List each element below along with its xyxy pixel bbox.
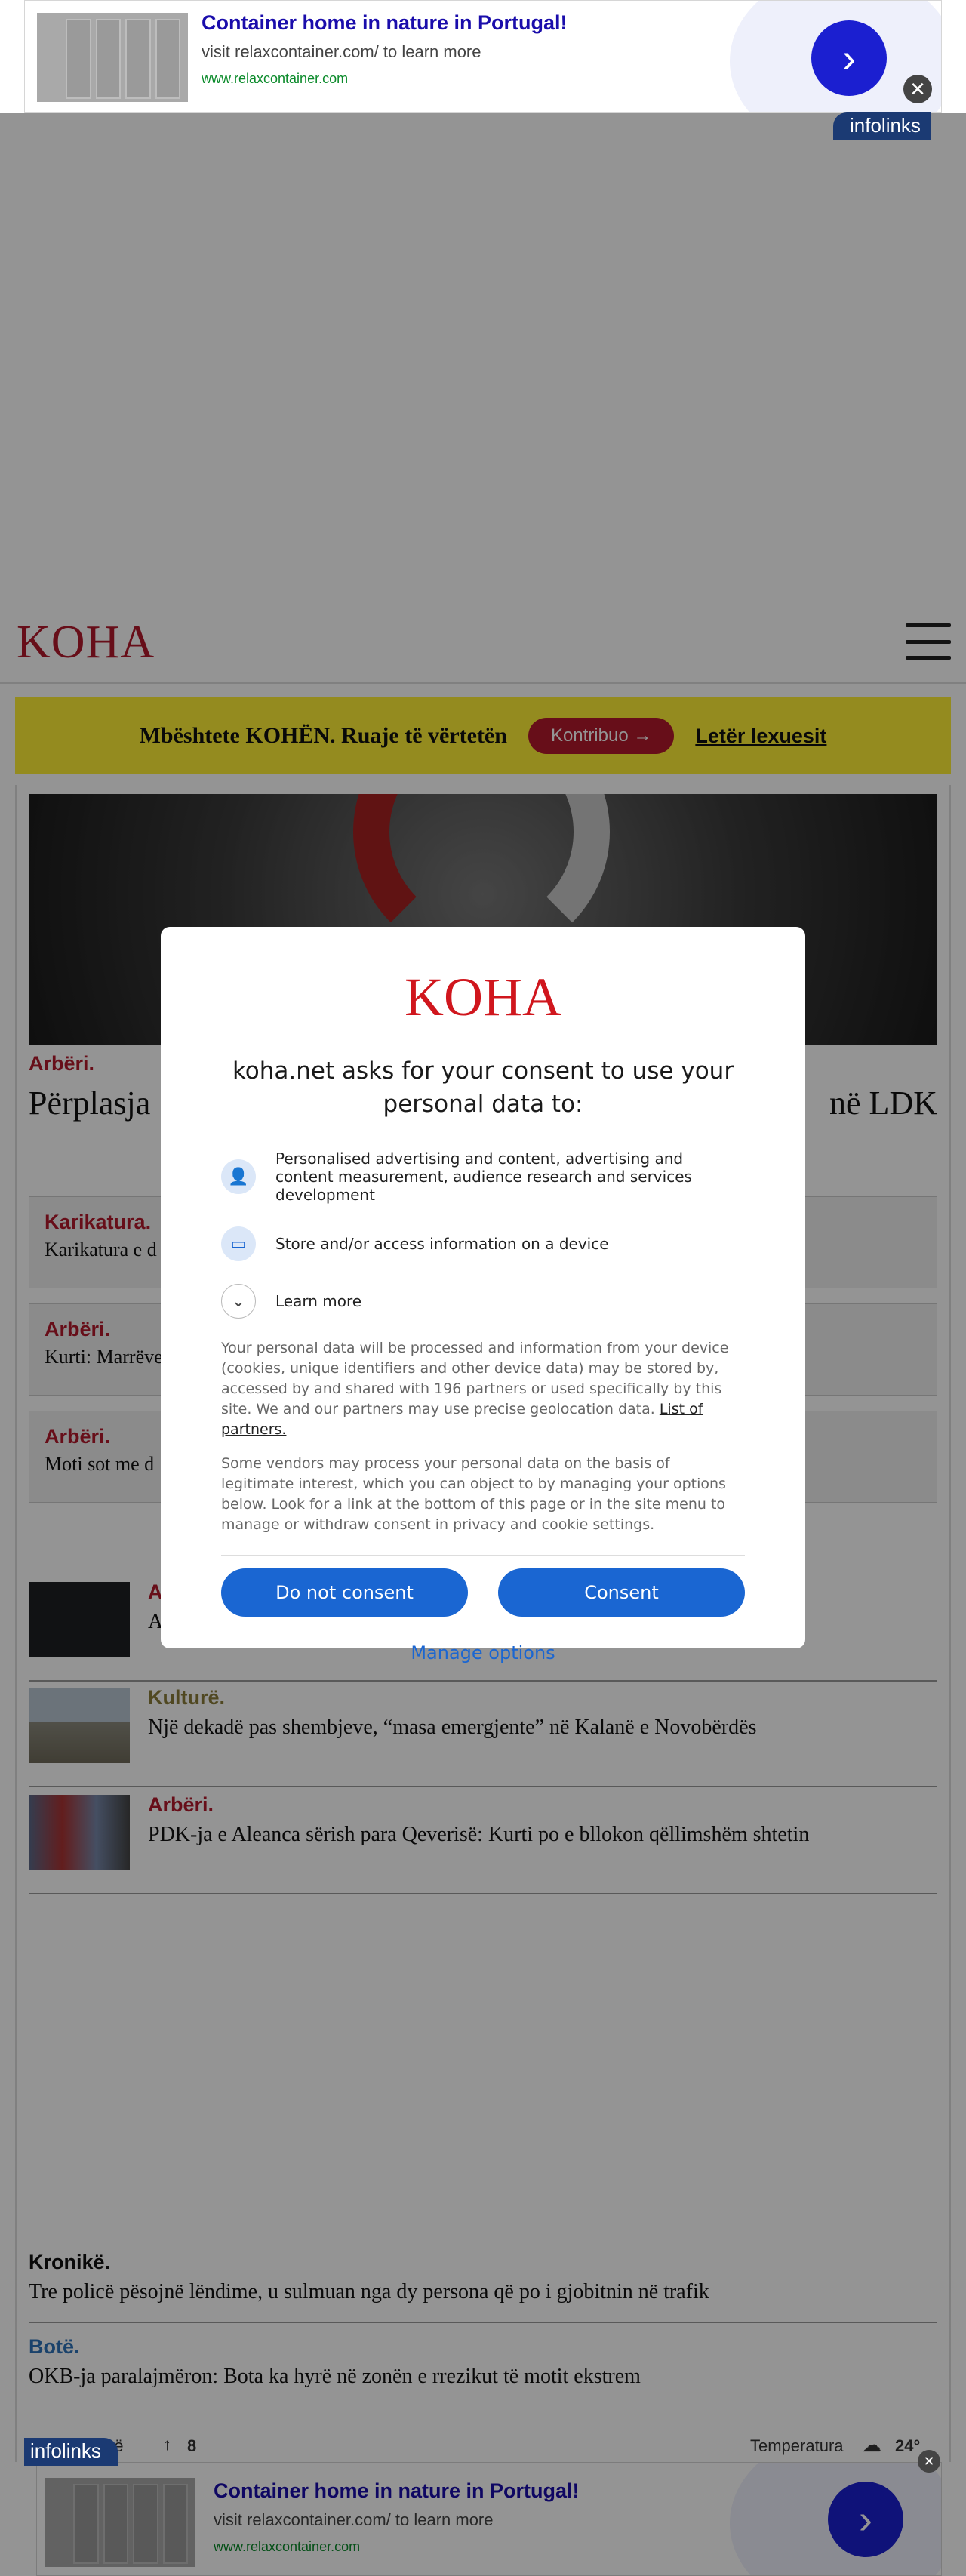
consent-dialog: KOHA koha.net asks for your consent to u… — [161, 927, 805, 1663]
purpose-item: ▭ Store and/or access information on a d… — [221, 1226, 745, 1261]
close-icon[interactable]: ✕ — [903, 75, 932, 103]
learn-more-toggle[interactable]: ⌄ Learn more — [221, 1284, 745, 1319]
purpose-item: 👤 Personalised advertising and content, … — [221, 1150, 745, 1204]
ad-thumbnail — [37, 13, 188, 102]
consent-logo: KOHA — [405, 967, 561, 1027]
legitimate-interest-paragraph: Some vendors may process your personal d… — [221, 1455, 726, 1533]
consent-title: koha.net asks for your consent to use yo… — [232, 1057, 734, 1118]
consent-buttons: Do not consent Consent — [221, 1568, 745, 1617]
person-icon: 👤 — [221, 1159, 256, 1194]
consent-paragraph: Your personal data will be processed and… — [221, 1338, 745, 1440]
ad-url[interactable]: www.relaxcontainer.com — [202, 71, 568, 87]
divider — [221, 1555, 745, 1556]
consent-paragraph-text: Your personal data will be processed and… — [221, 1340, 729, 1417]
ad-texts: Container home in nature in Portugal! vi… — [202, 11, 568, 87]
do-not-consent-button[interactable]: Do not consent — [221, 1568, 468, 1617]
ad-description: visit relaxcontainer.com/ to learn more — [202, 42, 481, 61]
close-icon[interactable]: ✕ — [918, 2450, 940, 2473]
chevron-right-icon[interactable]: › — [811, 20, 887, 96]
devices-icon: ▭ — [221, 1226, 256, 1261]
purpose-label: Personalised advertising and content, ad… — [275, 1150, 692, 1204]
chevron-down-icon[interactable]: ⌄ — [221, 1284, 256, 1319]
ad-title[interactable]: Container home in nature in Portugal! — [202, 11, 568, 35]
learn-more-label[interactable]: Learn more — [275, 1292, 361, 1310]
purpose-label: Store and/or access information on a dev… — [275, 1235, 609, 1253]
consent-button[interactable]: Consent — [498, 1568, 745, 1617]
manage-options-link[interactable]: Manage options — [221, 1642, 745, 1663]
top-ad-banner[interactable]: Container home in nature in Portugal! vi… — [24, 0, 942, 113]
infolinks-badge[interactable]: infolinks — [833, 112, 931, 140]
infolinks-badge[interactable]: infolinks — [24, 2438, 118, 2466]
